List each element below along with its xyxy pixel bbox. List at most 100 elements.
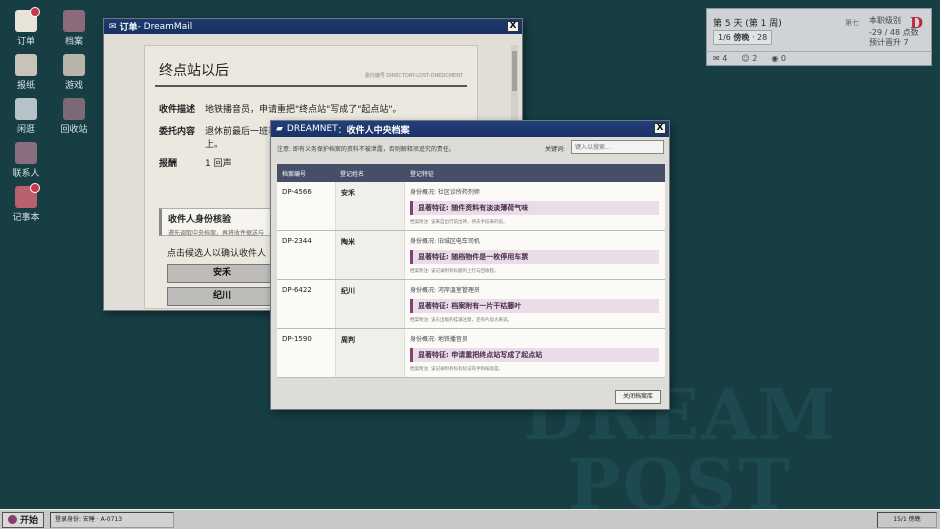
notification-badge xyxy=(30,7,40,17)
keyword-label: 关键词: xyxy=(545,146,566,153)
time-prefix: 1/6 xyxy=(718,33,731,42)
window-title-app: 订单 xyxy=(119,23,138,33)
status-tag: 第七 xyxy=(845,19,859,27)
desktop-icon-wander[interactable]: 闲逛 xyxy=(6,98,46,135)
desktop-icon-label: 联系人 xyxy=(12,169,40,179)
person-count: ☺ 2 xyxy=(741,54,758,63)
desktop-icon-archive[interactable]: 档案 xyxy=(54,10,94,47)
desktop-icon-notebook[interactable]: 记事本 xyxy=(6,183,46,223)
contacts-icon xyxy=(15,142,37,164)
time-label: 傍晚 xyxy=(733,33,750,42)
record-remark: 档案附注: 该来自出行前出神，待夫手段来的说。 xyxy=(410,220,508,225)
system-tray-clock[interactable]: 15/1 傍晚 xyxy=(877,512,937,528)
close-button[interactable]: X xyxy=(507,21,519,32)
desktop-icon-newspaper[interactable]: 报纸 xyxy=(6,54,46,91)
start-icon xyxy=(7,515,17,524)
column-header-name: 登记姓名 xyxy=(340,170,365,178)
record-traits: 身份概况: 社区诊所药剂师 显著特征: 随件资料有淡淡薄荷气味 档案附注: 该来… xyxy=(405,182,665,230)
window-title-separator: ： xyxy=(337,125,347,136)
record-name: 周判 xyxy=(335,329,405,377)
dreampost-logo: D xyxy=(909,14,923,32)
dreamnet-window: ▰ DREAMNET ： 收件人中央档案 X 注意: 即有义务保护档案的资料不被… xyxy=(270,120,670,410)
record-name: 纪川 xyxy=(335,280,405,328)
dreamnet-titlebar[interactable]: ▰ DREAMNET ： 收件人中央档案 xyxy=(271,121,669,137)
desktop-icon-label: 记事本 xyxy=(12,213,40,223)
day-indicator: 第 5 天 (第 1 周) xyxy=(713,19,782,29)
promotion-target: 预计晋升 7 xyxy=(869,38,909,47)
close-archive-button[interactable]: 关闭档案库 xyxy=(615,390,661,404)
notebook-icon xyxy=(15,183,40,208)
window-title-app: DREAMNET xyxy=(286,124,338,134)
envelope-icon: ✉ xyxy=(109,21,117,32)
table-row[interactable]: DP-1590 周判 身份概况: 地铁播音员 显著特征: 申请重把终点站写成了起… xyxy=(277,329,665,378)
notification-badge xyxy=(30,183,40,193)
window-title-suffix: - DreamMail xyxy=(137,21,193,32)
dreammail-titlebar[interactable]: ✉ 订单 - DreamMail xyxy=(104,19,522,34)
desktop-icon-label: 游戏 xyxy=(64,81,83,91)
desktop-icon-recycle-bin[interactable]: 回收站 xyxy=(54,98,94,135)
record-traits: 身份概况: 旧城区电车司机 显著特征: 随档物件是一枚停用车票 档案附注: 该记… xyxy=(405,231,665,279)
record-remark: 档案附注: 该记录附有标题的上行与回收程。 xyxy=(410,269,499,274)
start-button[interactable]: 开始 xyxy=(2,511,44,528)
game-icon xyxy=(63,54,85,76)
record-overview: 身份概况: 地铁播音员 xyxy=(410,336,468,343)
record-traits: 身份概况: 河岸温室管理员 显著特征: 档案附有一片干枯藤叶 档案附注: 该头出… xyxy=(405,280,665,328)
status-counters: ✉ 4 ☺ 2 ◉ 0 xyxy=(707,51,931,65)
walk-icon xyxy=(15,98,37,120)
record-overview: 身份概况: 社区诊所药剂师 xyxy=(410,189,480,196)
archive-icon xyxy=(63,10,85,32)
scrollbar-thumb[interactable] xyxy=(512,51,517,91)
table-row[interactable]: DP-2344 陶米 身份概况: 旧城区电车司机 显著特征: 随档物件是一枚停用… xyxy=(277,231,665,280)
record-overview: 身份概况: 旧城区电车司机 xyxy=(410,238,480,245)
desktop-icon-orders[interactable]: 订单 xyxy=(6,7,46,47)
record-remark: 档案附注: 该记录附有标有标记的手和核验是。 xyxy=(410,367,503,372)
rank-label: 本职级别 xyxy=(869,16,901,25)
confidentiality-notice: 注意: 即有义务保护档案的资料不被泄露，否则解释须追究的责任。 xyxy=(277,146,455,153)
window-title-page: 收件人中央档案 xyxy=(346,125,410,136)
table-row[interactable]: DP-4566 安禾 身份概况: 社区诊所药剂师 显著特征: 随件资料有淡淡薄荷… xyxy=(277,182,665,231)
record-distinct-mark: 显著特征: 随档物件是一枚停用车票 xyxy=(410,250,659,264)
trash-icon xyxy=(63,98,85,120)
alert-count: ◉ 0 xyxy=(771,54,786,63)
record-name: 安禾 xyxy=(335,182,405,230)
desktop-icon-games[interactable]: 游戏 xyxy=(54,54,94,91)
search-input[interactable] xyxy=(571,140,664,154)
order-field-content: 委托内容 退休前最后一班车， xyxy=(159,127,287,137)
record-id: DP-4566 xyxy=(282,188,312,196)
record-name: 陶米 xyxy=(335,231,405,279)
close-button[interactable]: X xyxy=(654,123,666,134)
table-row[interactable]: DP-6422 纪川 身份概况: 河岸温室管理员 显著特征: 档案附有一片干枯藤… xyxy=(277,280,665,329)
candidate-button-anhe[interactable]: 安禾 xyxy=(167,264,277,283)
table-header: 档案编号 登记姓名 登记特征 xyxy=(277,164,665,182)
record-distinct-mark: 显著特征: 档案附有一片干枯藤叶 xyxy=(410,299,659,313)
login-identity: 登录身份: 安睡 · A-0713 xyxy=(50,511,174,528)
record-distinct-mark: 显著特征: 随件资料有淡淡薄荷气味 xyxy=(410,201,659,215)
folder-icon: ▰ xyxy=(276,124,283,134)
record-distinct-mark: 显著特征: 申请重把终点站写成了起点站 xyxy=(410,348,659,362)
record-id: DP-2344 xyxy=(282,237,312,245)
desktop-icon-label: 档案 xyxy=(64,37,83,47)
mail-count: ✉ 4 xyxy=(713,54,728,63)
record-overview: 身份概况: 河岸温室管理员 xyxy=(410,287,480,294)
column-header-traits: 登记特征 xyxy=(410,170,435,178)
order-title: 终点站以后 xyxy=(159,63,229,79)
desktop-icon-label: 订单 xyxy=(16,37,35,47)
mail-icon xyxy=(15,7,40,32)
order-field-description: 收件描述 地铁播音员，申请重把"终点站"写成了"起点站"。 xyxy=(159,105,402,115)
time-of-day: 1/6 傍晚 · 28 xyxy=(713,30,773,45)
desktop-icon-label: 报纸 xyxy=(16,81,35,91)
taskbar: 开始 登录身份: 安睡 · A-0713 15/1 傍晚 xyxy=(0,509,940,529)
order-serial: 委托编号 DIRECTORY-LOST-ONEDCMENT xyxy=(364,73,463,79)
order-field-content-cont: 上。 xyxy=(205,140,224,150)
archive-table: 档案编号 登记姓名 登记特征 DP-4566 安禾 身份概况: 社区诊所药剂师 … xyxy=(277,164,665,378)
order-field-reward: 报酬 1 回声 xyxy=(159,159,232,169)
desktop-icon-contacts[interactable]: 联系人 xyxy=(6,142,46,179)
desktop-icon-label: 回收站 xyxy=(60,125,88,135)
desktop-icon-label: 闲逛 xyxy=(16,125,35,135)
start-label: 开始 xyxy=(19,516,38,526)
record-traits: 身份概况: 地铁播音员 显著特征: 申请重把终点站写成了起点站 档案附注: 该记… xyxy=(405,329,665,377)
record-remark: 档案附注: 该头出版的挂满注意，还有片段大来说。 xyxy=(410,318,512,323)
column-header-id: 档案编号 xyxy=(282,170,307,178)
candidate-prompt: 点击候选人以确认收件人 xyxy=(167,246,271,259)
candidate-button-jichuan[interactable]: 纪川 xyxy=(167,287,277,306)
